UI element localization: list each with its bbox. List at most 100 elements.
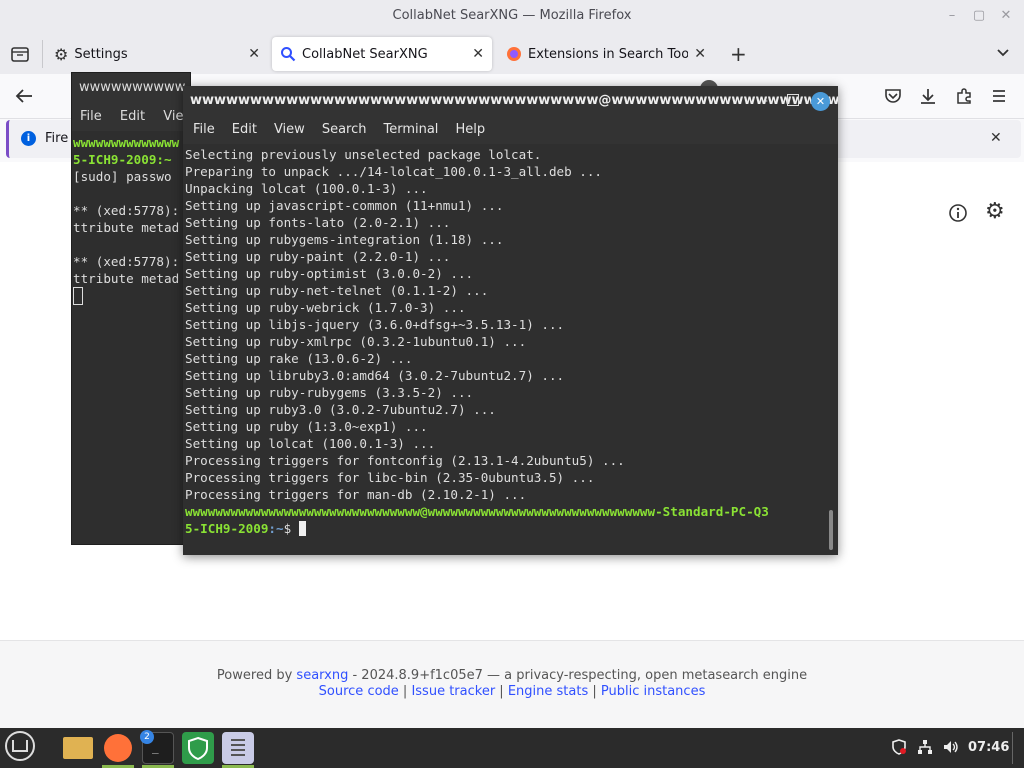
- terminal-line: ttribute metad: [73, 220, 180, 235]
- terminal-line: Setting up ruby-xmlrpc (0.3.2-1ubuntu0.1…: [185, 334, 527, 349]
- search-icon: [280, 46, 296, 62]
- issue-tracker-link[interactable]: Issue tracker: [411, 684, 495, 699]
- terminal-line: Preparing to unpack .../14-lolcat_100.0.…: [185, 164, 603, 179]
- firefox-view-icon[interactable]: [10, 44, 30, 64]
- terminal-window-back[interactable]: wwwwwwwwww File Edit View wwwwwwwwwwwwww…: [71, 72, 191, 545]
- public-instances-link[interactable]: Public instances: [601, 684, 705, 699]
- minimize-icon[interactable]: –: [944, 8, 960, 24]
- terminal-maximize-icon[interactable]: [787, 94, 799, 106]
- update-shield-icon[interactable]: [182, 732, 214, 764]
- menu-edit[interactable]: Edit: [120, 109, 145, 124]
- terminal-line: Setting up rubygems-integration (1.18) .…: [185, 232, 504, 247]
- terminal-line: wwwwwwwwwwwwww: [73, 135, 180, 150]
- terminal-line: Setting up javascript-common (11+nmu1) .…: [185, 198, 504, 213]
- terminal-output[interactable]: Selecting previously unselected package …: [185, 146, 830, 551]
- separator: |: [398, 684, 412, 699]
- close-notification-icon[interactable]: ✕: [990, 130, 1002, 146]
- terminal-scrollbar[interactable]: [829, 510, 833, 550]
- clock[interactable]: 07:46: [968, 740, 1009, 755]
- menu-terminal[interactable]: Terminal: [383, 116, 438, 144]
- downloads-icon[interactable]: [919, 87, 937, 105]
- preferences-gear-icon[interactable]: ⚙: [985, 201, 1005, 223]
- gear-icon: ⚙: [54, 44, 69, 64]
- terminal-line: Setting up ruby-net-telnet (0.1.1-2) ...: [185, 283, 489, 298]
- terminal-close-icon[interactable]: ✕: [811, 92, 830, 111]
- terminal-line: Setting up ruby-paint (2.2.0-1) ...: [185, 249, 451, 264]
- tab-settings[interactable]: ⚙ Settings ✕: [46, 37, 268, 71]
- back-icon[interactable]: [14, 87, 34, 105]
- notification-text: Fire: [45, 131, 69, 146]
- terminal-line: Setting up rake (13.0.6-2) ...: [185, 351, 413, 366]
- security-tray-icon[interactable]: [890, 738, 908, 756]
- tab-divider: [42, 40, 43, 68]
- prompt-line[interactable]: 5-ICH9-2009:~$: [185, 520, 830, 537]
- files-icon[interactable]: [62, 732, 94, 764]
- close-tab-icon[interactable]: ✕: [694, 46, 706, 62]
- terminal-line: Setting up ruby3.0 (3.0.2-7ubuntu2.7) ..…: [185, 402, 496, 417]
- terminal-title: wwwwwwwwwwwwwwwwwwwwwwwwwwwwwwwwww@wwwww…: [190, 93, 838, 108]
- tab-list-icon[interactable]: [995, 44, 1011, 60]
- terminal-line: ** (xed:5778):: [73, 254, 180, 269]
- pocket-icon[interactable]: [884, 88, 902, 104]
- prompt-symbol: $: [283, 521, 299, 536]
- source-code-link[interactable]: Source code: [319, 684, 399, 699]
- terminal-minimize-icon[interactable]: –: [761, 93, 768, 109]
- footer-links: Source code | Issue tracker | Engine sta…: [0, 684, 1024, 699]
- network-icon[interactable]: [916, 738, 934, 756]
- show-desktop[interactable]: [1012, 732, 1013, 764]
- prompt-user-host: wwwwwwwwwwwwwwwwwwwwwwwwwwwwwww@wwwwwwww…: [185, 504, 769, 519]
- tab-extensions[interactable]: Extensions in Search Tools ✕: [498, 37, 714, 71]
- menu-file[interactable]: File: [193, 116, 215, 144]
- footer-version: - 2024.8.9+f1c05e7 — a privacy-respectin…: [348, 668, 808, 683]
- terminal-back-menubar: File Edit View: [72, 103, 190, 131]
- firefox-icon: [506, 46, 522, 62]
- close-tab-icon[interactable]: ✕: [472, 46, 484, 62]
- mint-menu-icon[interactable]: [5, 731, 35, 761]
- text-editor-icon[interactable]: [222, 732, 254, 764]
- tab-searxng[interactable]: CollabNet SearXNG ✕: [272, 37, 492, 71]
- prompt-host: 5-ICH9-2009: [185, 521, 269, 536]
- cursor: [73, 287, 83, 305]
- terminal-line: Setting up ruby-optimist (3.0.0-2) ...: [185, 266, 474, 281]
- extensions-icon[interactable]: [955, 87, 973, 105]
- new-tab-icon[interactable]: +: [730, 42, 747, 66]
- terminal-line: Setting up libjs-jquery (3.6.0+dfsg+~3.5…: [185, 317, 565, 332]
- terminal-line: Setting up lolcat (100.0.1-3) ...: [185, 436, 436, 451]
- volume-icon[interactable]: [942, 738, 960, 756]
- terminal-line: ** (xed:5778):: [73, 203, 180, 218]
- terminal-line: Setting up libruby3.0:amd64 (3.0.2-7ubun…: [185, 368, 565, 383]
- menu-edit[interactable]: Edit: [232, 116, 257, 144]
- close-tab-icon[interactable]: ✕: [248, 46, 260, 62]
- separator: |: [495, 684, 508, 699]
- menu-search[interactable]: Search: [322, 116, 367, 144]
- window-title: CollabNet SearXNG — Mozilla Firefox: [392, 8, 632, 23]
- firefox-taskbar-icon[interactable]: [102, 732, 134, 764]
- footer-text: Powered by: [216, 668, 293, 683]
- tab-label: Settings: [74, 46, 128, 62]
- terminal-back-title: wwwwwwwwww: [72, 73, 190, 103]
- searxng-link[interactable]: searxng: [296, 668, 348, 683]
- terminal-line: Selecting previously unselected package …: [185, 147, 542, 162]
- engine-stats-link[interactable]: Engine stats: [508, 684, 588, 699]
- terminal-line: Processing triggers for man-db (2.10.2-1…: [185, 487, 527, 502]
- menu-icon[interactable]: [991, 88, 1007, 104]
- close-icon[interactable]: ✕: [998, 8, 1014, 24]
- terminal-titlebar: wwwwwwwwwwwwwwwwwwwwwwwwwwwwwwwwww@wwwww…: [183, 86, 838, 116]
- terminal-line: 5-ICH9-2009:~: [73, 152, 172, 167]
- tab-label: Extensions in Search Tools: [528, 46, 688, 62]
- separator: |: [588, 684, 601, 699]
- about-icon[interactable]: [948, 203, 968, 223]
- menu-view[interactable]: View: [274, 116, 305, 144]
- terminal-line: Processing triggers for libc-bin (2.35-0…: [185, 470, 595, 485]
- terminal-line: [sudo] passwo: [73, 169, 172, 184]
- terminal-window-front[interactable]: wwwwwwwwwwwwwwwwwwwwwwwwwwwwwwwwww@wwwww…: [183, 86, 838, 555]
- terminal-line: Setting up ruby-rubygems (3.3.5-2) ...: [185, 385, 474, 400]
- terminal-line: Setting up fonts-lato (2.0-2.1) ...: [185, 215, 451, 230]
- terminal-menubar: File Edit View Search Terminal Help: [183, 116, 838, 144]
- tab-label: CollabNet SearXNG: [302, 46, 428, 62]
- menu-file[interactable]: File: [80, 109, 102, 124]
- maximize-icon[interactable]: ▢: [971, 8, 987, 24]
- menu-help[interactable]: Help: [455, 116, 485, 144]
